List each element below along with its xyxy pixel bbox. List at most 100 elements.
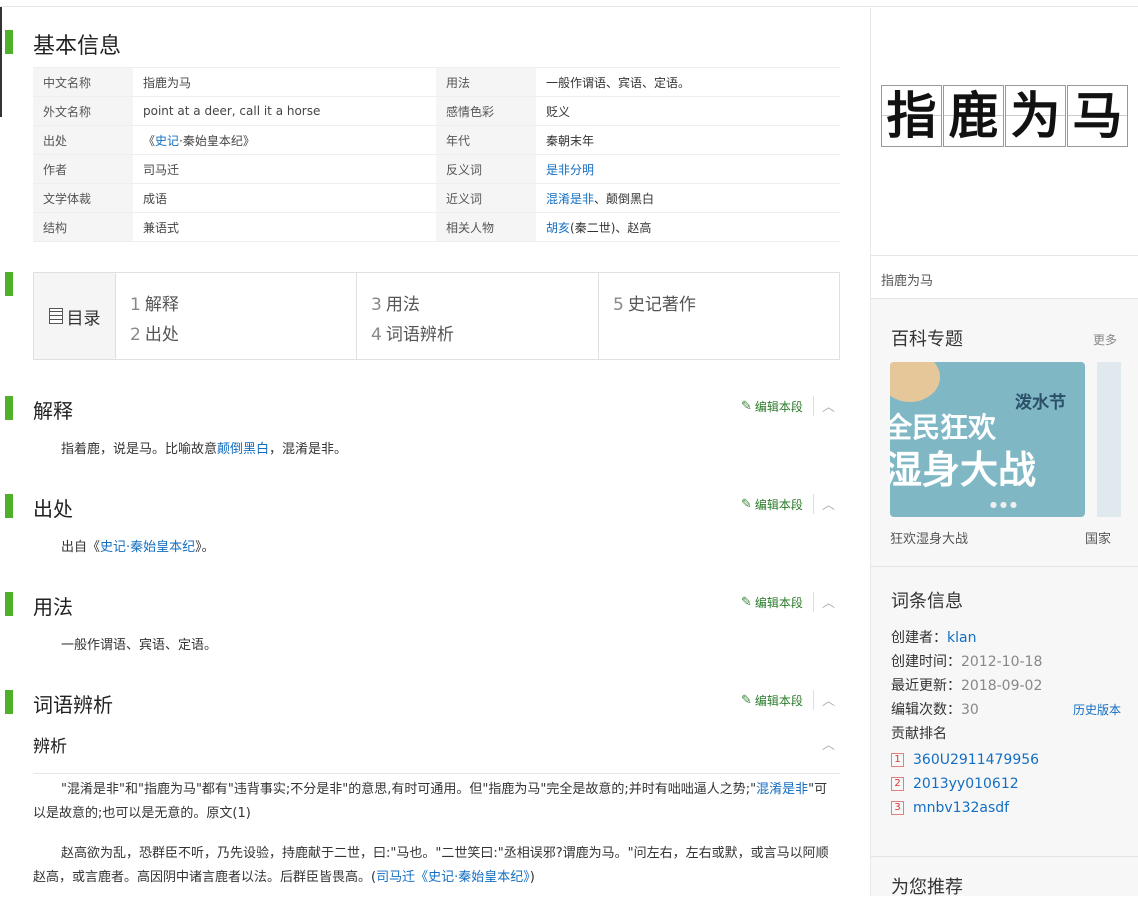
edit-section-button[interactable]: ✎ 编辑本段	[741, 692, 803, 709]
toc-num: 2	[130, 325, 141, 345]
chevron-up-icon[interactable]: ︿	[822, 734, 835, 753]
edit-label: 编辑本段	[754, 400, 803, 414]
book-title-rest: ·秦始皇本纪》	[179, 133, 255, 148]
divider	[813, 494, 814, 514]
divider	[813, 592, 814, 612]
explain-title: 解释	[33, 399, 73, 423]
edit-label: 编辑本段	[754, 498, 803, 512]
toc-label-text: 目录	[66, 308, 101, 329]
chevron-up-icon[interactable]: ︿	[822, 396, 835, 415]
edit-label: 编辑本段	[754, 694, 803, 708]
idiom-image[interactable]: 指 鹿 为 马	[881, 85, 1129, 147]
banner-caption[interactable]: 狂欢湿身大战	[890, 528, 968, 547]
carousel-dots[interactable]: ●●●	[990, 500, 1020, 509]
person-link[interactable]: 胡亥	[546, 221, 570, 235]
toc-text: 解释	[144, 295, 179, 315]
toc-column: 1 解释 2 出处	[116, 273, 357, 359]
antonym-link[interactable]: 是非分明	[546, 163, 594, 177]
next-banner-preview[interactable]	[1097, 362, 1121, 517]
toc-text: 史记著作	[627, 295, 696, 315]
toc-text: 用法	[385, 295, 420, 315]
rank-name: mnbv132asdf	[913, 800, 1010, 816]
sandcastle-decoration	[890, 362, 940, 402]
rank-item[interactable]: 2 2013yy010612	[891, 776, 1019, 792]
pencil-icon: ✎	[741, 595, 752, 610]
explain-text: 指着鹿，说是马。比喻故意颠倒黑白，混淆是非。	[61, 438, 347, 457]
rank-item[interactable]: 1 360U2911479956	[891, 752, 1039, 768]
rank-number: 2	[891, 777, 904, 791]
shiji-link[interactable]: 史记	[155, 134, 179, 148]
banner-caption-2[interactable]: 国家	[1085, 528, 1111, 547]
table-row: 中文名称 指鹿为马 用法 一般作谓语、宾语、定语。	[33, 67, 840, 97]
edit-section-button[interactable]: ✎ 编辑本段	[741, 398, 803, 415]
toc-num: 3	[371, 295, 382, 315]
info-table: 中文名称 指鹿为马 用法 一般作谓语、宾语、定语。 外文名称 point at …	[33, 67, 840, 242]
rank-label: 贡献排名	[891, 726, 947, 742]
sidebar: 指 鹿 为 马 指鹿为马 百科专题 更多 泼水节 全民狂欢 湿身大战 ●●● 狂…	[870, 8, 1138, 898]
toc-label: 目录	[34, 273, 116, 359]
pencil-icon: ✎	[741, 693, 752, 708]
table-of-contents: 目录 1 解释 2 出处 3 用法 4 词语辨析 5 史记著作	[33, 272, 840, 360]
banner-small-text: 泼水节	[1015, 393, 1066, 413]
topic-banner[interactable]: 泼水节 全民狂欢 湿身大战 ●●●	[890, 362, 1085, 517]
info-key: 感情色彩	[436, 96, 536, 126]
toc-text: 出处	[144, 325, 179, 345]
rank-item[interactable]: 3 mnbv132asdf	[891, 800, 1009, 816]
creator-row: 创建者：klan	[891, 627, 976, 647]
synonym-link[interactable]: 混淆是非	[546, 192, 594, 206]
toc-column: 5 史记著作	[599, 273, 839, 359]
explain-link[interactable]: 颠倒黑白	[217, 442, 269, 457]
recommend-panel: 为您推荐	[871, 856, 1138, 898]
toc-column: 3 用法 4 词语辨析	[357, 273, 599, 359]
discern-paragraph-1: "混淆是非"和"指鹿为马"都有"违背事实;不分是非"的意思,有时可通用。但"指鹿…	[33, 778, 840, 826]
edits-value: 30	[961, 702, 979, 718]
updated-row: 最近更新：2018-09-02	[891, 675, 1042, 695]
section-marker	[5, 592, 13, 616]
creator-link[interactable]: klan	[947, 630, 976, 646]
info-key: 相关人物	[436, 212, 536, 242]
banner-line-2: 湿身大战	[890, 448, 1037, 492]
edit-section-button[interactable]: ✎ 编辑本段	[741, 594, 803, 611]
toc-item-5[interactable]: 5 史记著作	[613, 290, 839, 320]
chevron-up-icon[interactable]: ︿	[822, 592, 835, 611]
info-value: 指鹿为马	[133, 67, 436, 97]
section-marker	[5, 272, 13, 296]
toc-num: 4	[371, 325, 382, 345]
toc-item-1[interactable]: 1 解释	[130, 290, 356, 320]
history-link[interactable]: 历史版本	[1073, 701, 1121, 718]
source-link[interactable]: 司马迁《史记·秦始皇本纪》	[376, 870, 530, 885]
origin-link[interactable]: 史记·秦始皇本纪	[100, 540, 195, 555]
updated-value: 2018-09-02	[961, 678, 1043, 694]
info-key: 外文名称	[33, 96, 133, 126]
created-label: 创建时间：	[891, 654, 961, 670]
table-row: 文学体裁 成语 近义词 混淆是非、颠倒黑白	[33, 183, 840, 213]
section-marker	[5, 396, 13, 420]
info-value: 成语	[133, 183, 436, 213]
chevron-up-icon[interactable]: ︿	[822, 690, 835, 709]
info-value: point at a deer, call it a horse	[133, 96, 436, 126]
edits-row: 编辑次数：30	[891, 699, 979, 719]
info-key: 出处	[33, 125, 133, 155]
divider	[871, 255, 1138, 256]
toc-item-3[interactable]: 3 用法	[371, 290, 598, 320]
rank-number: 1	[891, 753, 904, 767]
usage-title: 用法	[33, 595, 73, 619]
info-value: 一般作谓语、宾语、定语。	[536, 67, 840, 97]
discern-p1-a: "混淆是非"和"指鹿为马"都有"违背事实;不分是非"的意思,有时可通用。但"指鹿…	[61, 782, 757, 797]
discern-link[interactable]: 混淆是非	[756, 782, 808, 797]
edit-section-button[interactable]: ✎ 编辑本段	[741, 496, 803, 513]
divider	[813, 690, 814, 710]
section-marker	[5, 30, 13, 54]
word-char: 指	[881, 85, 942, 147]
edit-label: 编辑本段	[754, 596, 803, 610]
chevron-up-icon[interactable]: ︿	[822, 494, 835, 513]
explain-text-b: ，混淆是非。	[269, 442, 348, 457]
info-key: 文学体裁	[33, 183, 133, 213]
list-icon	[48, 308, 63, 324]
toc-item-2[interactable]: 2 出处	[130, 320, 356, 350]
toc-text: 词语辨析	[385, 325, 454, 345]
more-link[interactable]: 更多	[1093, 331, 1117, 348]
entry-info-title: 词条信息	[891, 591, 963, 612]
toc-item-4[interactable]: 4 词语辨析	[371, 320, 598, 350]
word-char: 马	[1067, 85, 1128, 147]
